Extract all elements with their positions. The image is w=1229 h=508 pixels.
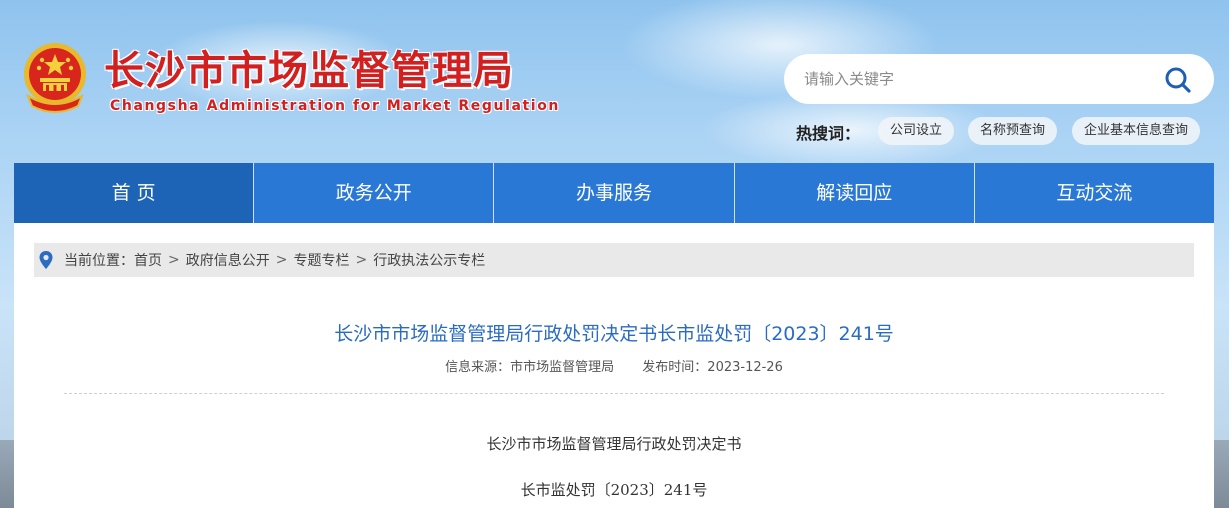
- hot-search-label: 热搜词：: [796, 124, 861, 143]
- nav-item-services[interactable]: 办事服务: [494, 163, 735, 223]
- site-header: 长沙市市场监督管理局 Changsha Administration for M…: [0, 0, 1229, 163]
- breadcrumb-home[interactable]: 首页: [134, 250, 162, 270]
- hot-tag-name-precheck[interactable]: 名称预查询: [968, 117, 1058, 145]
- nav-item-government-affairs[interactable]: 政务公开: [254, 163, 495, 223]
- article-body-docnumber: 长市监处罚〔2023〕241号: [520, 481, 708, 499]
- national-emblem-icon: [24, 43, 86, 113]
- article-date: 发布时间：2023-12-26: [642, 360, 783, 375]
- search-icon[interactable]: [1164, 66, 1192, 94]
- content-panel: 当前位置： 首页 > 政府信息公开 > 专题专栏 > 行政执法公示专栏 长沙市市…: [14, 223, 1214, 508]
- article-body-heading: 长沙市市场监督管理局行政处罚决定书: [486, 435, 742, 453]
- article-title: 长沙市市场监督管理局行政处罚决定书长市监处罚〔2023〕241号: [334, 323, 894, 345]
- divider: [64, 393, 1164, 394]
- article-source: 信息来源：市市场监督管理局: [445, 360, 615, 375]
- nav-item-interpretation[interactable]: 解读回应: [735, 163, 975, 223]
- breadcrumb-gov-info[interactable]: 政府信息公开: [186, 250, 270, 270]
- breadcrumb-separator: >: [275, 252, 288, 268]
- nav-item-interaction[interactable]: 互动交流: [975, 163, 1214, 223]
- breadcrumb-separator: >: [168, 252, 180, 268]
- main-nav: 首 页 政务公开 办事服务 解读回应 互动交流: [14, 163, 1214, 223]
- breadcrumb-separator: >: [355, 252, 368, 268]
- hot-tag-enterprise-info[interactable]: 企业基本信息查询: [1072, 117, 1201, 145]
- search-input[interactable]: [804, 67, 1144, 91]
- search-box: [784, 54, 1214, 104]
- location-pin-icon: [39, 251, 53, 269]
- breadcrumb-enforcement[interactable]: 行政执法公示专栏: [373, 250, 485, 270]
- breadcrumb-special-topics[interactable]: 专题专栏: [293, 250, 349, 270]
- breadcrumb-prefix: 当前位置：: [64, 253, 134, 269]
- breadcrumb: 当前位置： 首页 > 政府信息公开 > 专题专栏 > 行政执法公示专栏: [34, 243, 1194, 277]
- article-meta: 信息来源：市市场监督管理局 发布时间：2023-12-26: [14, 356, 1214, 375]
- nav-item-home[interactable]: 首 页: [14, 163, 255, 223]
- site-subtitle: Changsha Administration for Market Regul…: [110, 98, 560, 114]
- hot-tag-company-setup[interactable]: 公司设立: [878, 117, 955, 145]
- site-title: 长沙市市场监督管理局: [104, 48, 514, 94]
